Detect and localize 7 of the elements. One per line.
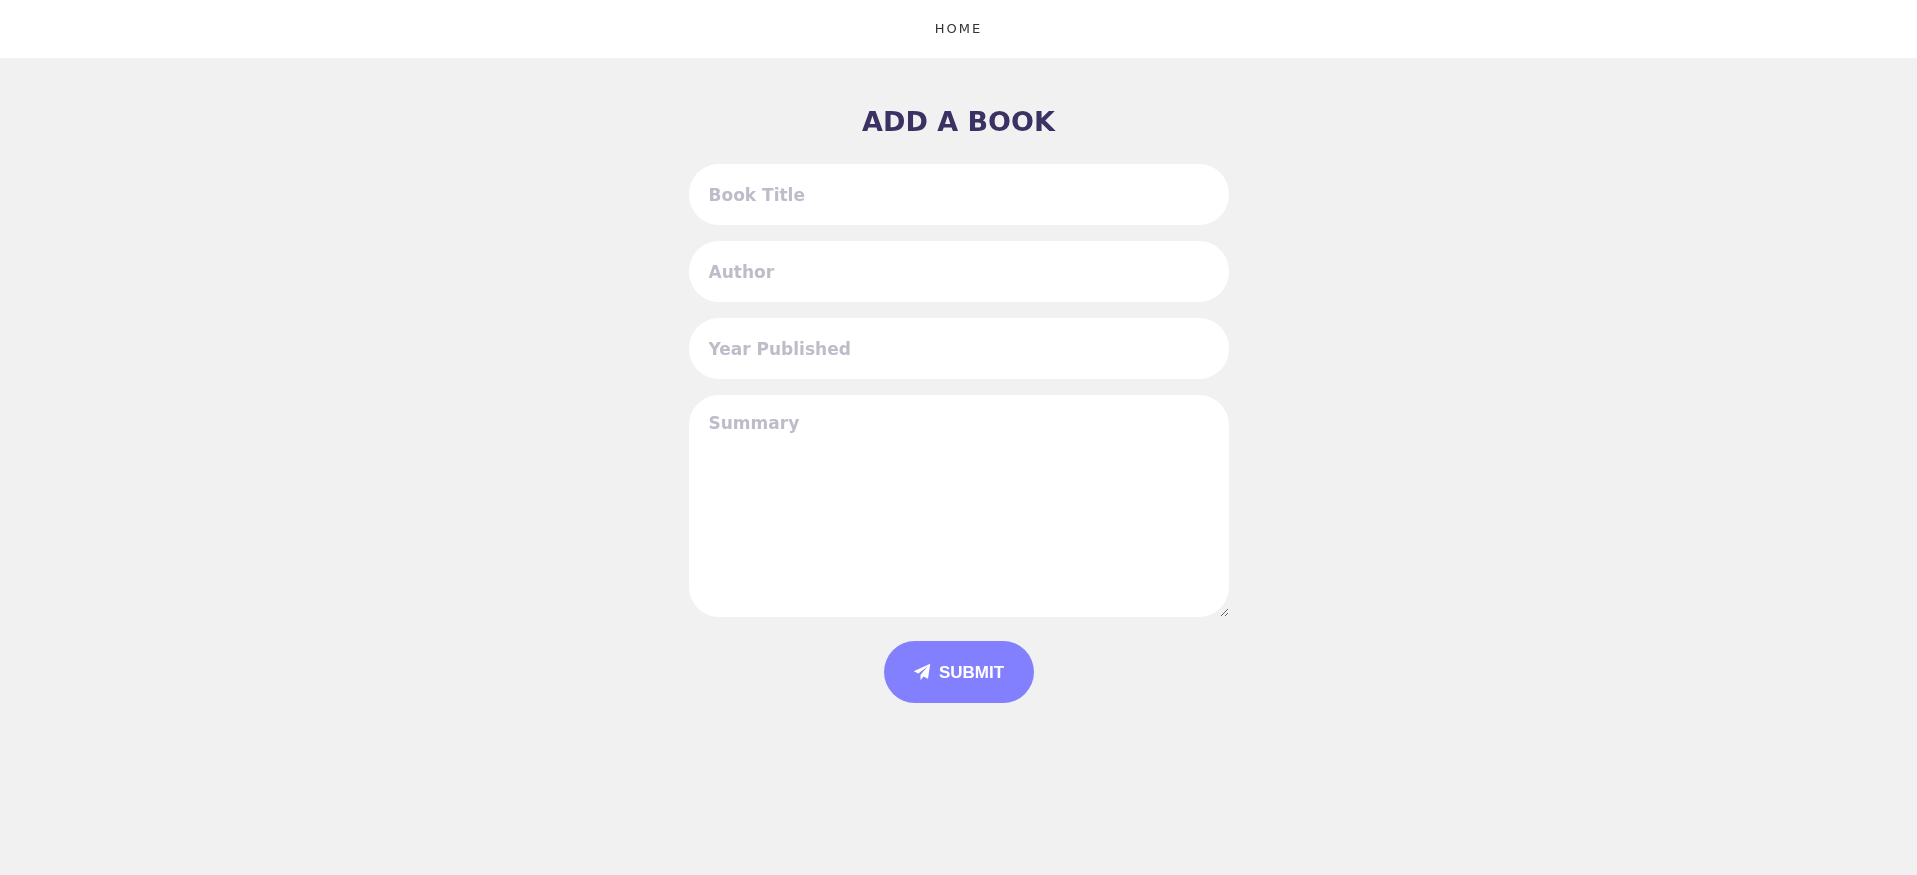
input-field[interactable]: Author	[688, 241, 1229, 303]
input-field[interactable]: Book Title	[688, 164, 1229, 226]
page-title: ADD A BOOK	[862, 106, 1055, 139]
input-field[interactable]: Year Published	[688, 318, 1229, 380]
paper-plane-icon	[912, 663, 931, 682]
nav-link[interactable]: HOME	[934, 19, 983, 39]
text-area[interactable]: Summary	[688, 395, 1229, 618]
